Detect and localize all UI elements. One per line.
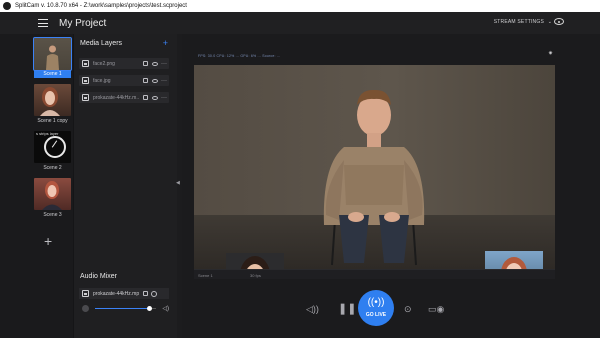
eye-icon[interactable] <box>152 95 158 100</box>
footer-fps-label: 30 fps <box>250 273 261 278</box>
microphone-icon[interactable] <box>82 304 89 312</box>
scene-thumbnail[interactable] <box>33 37 72 71</box>
eye-icon[interactable] <box>554 18 564 25</box>
media-layers-title: Media Layers <box>80 40 123 47</box>
eye-icon[interactable] <box>152 61 158 66</box>
scene-thumbnail[interactable]: s strips layer <box>34 131 71 163</box>
layer-name: prokazate-44kHz.m... <box>93 94 139 101</box>
stats-bar: FPS: 30.0 CPU: 12% ... GPU: 6% ... Sourc… <box>198 54 281 58</box>
canvas-footer: Scene 1 30 fps <box>194 269 555 279</box>
preview-area: FPS: 30.0 CPU: 12% ... GPU: 6% ... Sourc… <box>182 34 600 338</box>
eye-icon[interactable] <box>152 78 158 83</box>
scene-item-3[interactable]: s strips layer Scene 2 <box>34 131 71 171</box>
audio-source-name: prokazate-44kHz.mp4 <box>93 290 139 297</box>
layer-item[interactable]: face2.png ··· <box>79 58 169 69</box>
go-live-label: GO LIVE <box>365 312 387 318</box>
gear-icon[interactable] <box>151 290 157 297</box>
collapse-panel-icon[interactable]: ◀ <box>176 180 180 186</box>
audio-volume-row: ◁) <box>79 303 169 313</box>
window-titlebar: SplitCam v. 10.8.70 x64 - Z:\work\sample… <box>0 0 600 12</box>
stream-settings-button[interactable]: STREAM SETTINGS <box>494 19 544 25</box>
scene-label: Scene 2 <box>43 165 62 171</box>
add-scene-button[interactable]: + <box>44 233 52 249</box>
video-icon <box>82 290 89 297</box>
hamburger-icon[interactable] <box>38 19 48 27</box>
pip-right-camera[interactable] <box>485 251 543 269</box>
layer-name: face.jpg <box>93 77 111 84</box>
person-thumbnail-icon <box>46 45 59 70</box>
image-icon <box>82 77 89 84</box>
scene-thumbnail[interactable] <box>34 84 71 116</box>
broadcast-icon: ((•)) <box>367 297 385 308</box>
app-header: My Project STREAM SETTINGS ⌄ <box>0 12 600 34</box>
media-layers-panel: Media Layers + face2.png ··· face.jpg ··… <box>73 34 177 338</box>
audio-mixer-title: Audio Mixer <box>80 273 117 280</box>
scene-item-2[interactable]: Scene 1 copy <box>34 84 71 124</box>
lock-icon[interactable] <box>143 61 148 66</box>
scene-item-1[interactable]: Scene 1 <box>33 37 72 78</box>
scene-label: Scene 1 <box>34 70 71 78</box>
scene-label: Scene 1 copy <box>37 118 68 124</box>
preview-canvas[interactable] <box>194 65 555 269</box>
go-live-button[interactable]: ((•)) GO LIVE <box>358 290 394 326</box>
speaker-icon[interactable]: ◁) <box>162 305 169 312</box>
scenes-panel: Scene 1 Scene 1 copy s strips layer Scen… <box>0 34 73 338</box>
speaker-icon[interactable]: ◁)) <box>306 304 319 315</box>
add-layer-button[interactable]: + <box>163 38 168 48</box>
image-icon <box>82 60 89 67</box>
splitcam-logo-icon <box>3 2 11 10</box>
pip-left-camera[interactable] <box>226 253 284 269</box>
layer-item[interactable]: face.jpg ··· <box>79 75 169 86</box>
volume-slider-fill <box>94 307 150 309</box>
woman-pip-icon <box>501 257 527 269</box>
clock-icon <box>44 136 66 158</box>
audio-source-row[interactable]: prokazate-44kHz.mp4 <box>79 288 169 299</box>
broadcast-controls: ◁)) ❚❚ ((•)) GO LIVE ⊙ ▭◉ <box>182 286 600 338</box>
project-title: My Project <box>59 17 107 29</box>
woman-thumbnail-icon <box>42 181 62 210</box>
layer-name: face2.png <box>93 60 115 67</box>
footer-scene-label: Scene 1 <box>198 273 213 278</box>
scene-thumbnail[interactable] <box>34 178 71 210</box>
pause-icon[interactable]: ❚❚ <box>338 302 356 315</box>
window-title: SplitCam v. 10.8.70 x64 - Z:\work\sample… <box>15 3 187 9</box>
presenter-figure <box>323 89 425 266</box>
woman-thumbnail-icon <box>40 87 60 116</box>
chevron-down-icon[interactable]: ⌄ <box>548 19 552 25</box>
layer-item[interactable]: prokazate-44kHz.m... ··· <box>79 92 169 103</box>
sun-icon[interactable]: ✷ <box>548 50 553 57</box>
more-icon[interactable]: ··· <box>161 78 167 84</box>
lock-icon[interactable] <box>143 78 148 83</box>
video-icon <box>82 94 89 101</box>
scene-label: Scene 3 <box>43 212 62 218</box>
video-record-icon[interactable]: ▭◉ <box>428 304 444 315</box>
volume-slider-thumb[interactable] <box>147 305 153 311</box>
woman-pip-icon <box>226 253 284 269</box>
camera-icon[interactable]: ⊙ <box>404 304 412 315</box>
lock-icon[interactable] <box>143 95 148 100</box>
scene-item-4[interactable]: Scene 3 <box>34 178 71 218</box>
more-icon[interactable]: ··· <box>161 95 167 101</box>
volume-slider[interactable] <box>94 305 157 311</box>
trash-icon[interactable] <box>143 291 148 296</box>
more-icon[interactable]: ··· <box>161 61 167 67</box>
